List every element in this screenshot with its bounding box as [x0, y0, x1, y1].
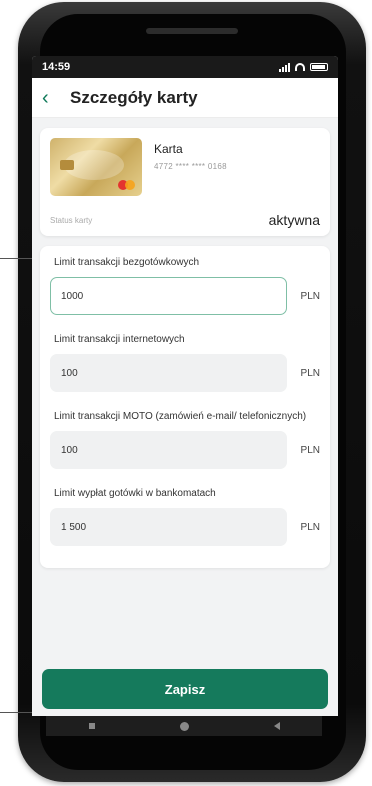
android-nav-bar [46, 716, 322, 736]
card-number: 4772 **** **** 0168 [154, 162, 227, 171]
limit-input-moto[interactable]: 100 [50, 431, 287, 469]
limit-label: Limit transakcji bezgotówkowych [54, 257, 200, 268]
card-status-row: Status karty aktywna [50, 212, 320, 228]
limit-currency: PLN [300, 444, 320, 456]
card-chip-icon [60, 160, 74, 170]
card-image [50, 138, 142, 196]
limit-item-atm: Limit wypłat gotówki w bankomatach 1 500… [50, 487, 320, 546]
phone-speaker [146, 28, 238, 34]
save-button[interactable]: Zapisz [42, 669, 328, 709]
back-chevron-icon[interactable]: ‹ [42, 88, 64, 108]
limit-label: Limit transakcji MOTO (zamówień e-mail/ … [54, 411, 307, 422]
status-time: 14:59 [42, 61, 71, 73]
status-bar: 14:59 [32, 56, 338, 78]
limit-row: 1 500 PLN [50, 508, 320, 546]
wifi-icon [295, 63, 305, 71]
limit-input-internet[interactable]: 100 [50, 354, 287, 392]
limit-currency: PLN [300, 521, 320, 533]
home-icon[interactable] [179, 721, 189, 731]
limits-form: Limit transakcji bezgotówkowych 1000 PLN… [40, 246, 330, 568]
card-status-label: Status karty [50, 215, 93, 225]
card-row: Karta 4772 **** **** 0168 [50, 138, 320, 196]
card-info: Karta 4772 **** **** 0168 [154, 138, 227, 171]
card-status-value: aktywna [268, 212, 320, 228]
limit-label: Limit transakcji internetowych [54, 334, 185, 345]
card-name: Karta [154, 142, 183, 156]
app-screen: 14:59 ‹ Szczegóły karty Karta 4772 **** … [32, 56, 338, 716]
limit-label: Limit wypłat gotówki w bankomatach [54, 488, 216, 499]
status-icons [279, 62, 328, 72]
limit-item-internet: Limit transakcji internetowych 100 PLN [50, 333, 320, 392]
recent-apps-icon[interactable] [88, 723, 95, 729]
limit-currency: PLN [300, 290, 320, 302]
limit-input-atm[interactable]: 1 500 [50, 508, 287, 546]
limit-item-contactless: Limit transakcji bezgotówkowych 1000 PLN [50, 256, 320, 315]
limit-item-moto: Limit transakcji MOTO (zamówień e-mail/ … [50, 410, 320, 469]
page-title: Szczegóły karty [70, 87, 198, 107]
page-header: ‹ Szczegóły karty [32, 78, 338, 118]
limit-currency: PLN [300, 367, 320, 379]
limit-row: 100 PLN [50, 431, 320, 469]
limit-row: 100 PLN [50, 354, 320, 392]
limit-input-contactless[interactable]: 1000 [50, 277, 287, 315]
back-icon[interactable] [273, 722, 280, 730]
card-summary: Karta 4772 **** **** 0168 Status karty a… [40, 128, 330, 236]
battery-icon [310, 63, 328, 71]
limit-row: 1000 PLN [50, 277, 320, 315]
signal-icon [279, 62, 290, 72]
mastercard-logo-icon [125, 180, 135, 190]
